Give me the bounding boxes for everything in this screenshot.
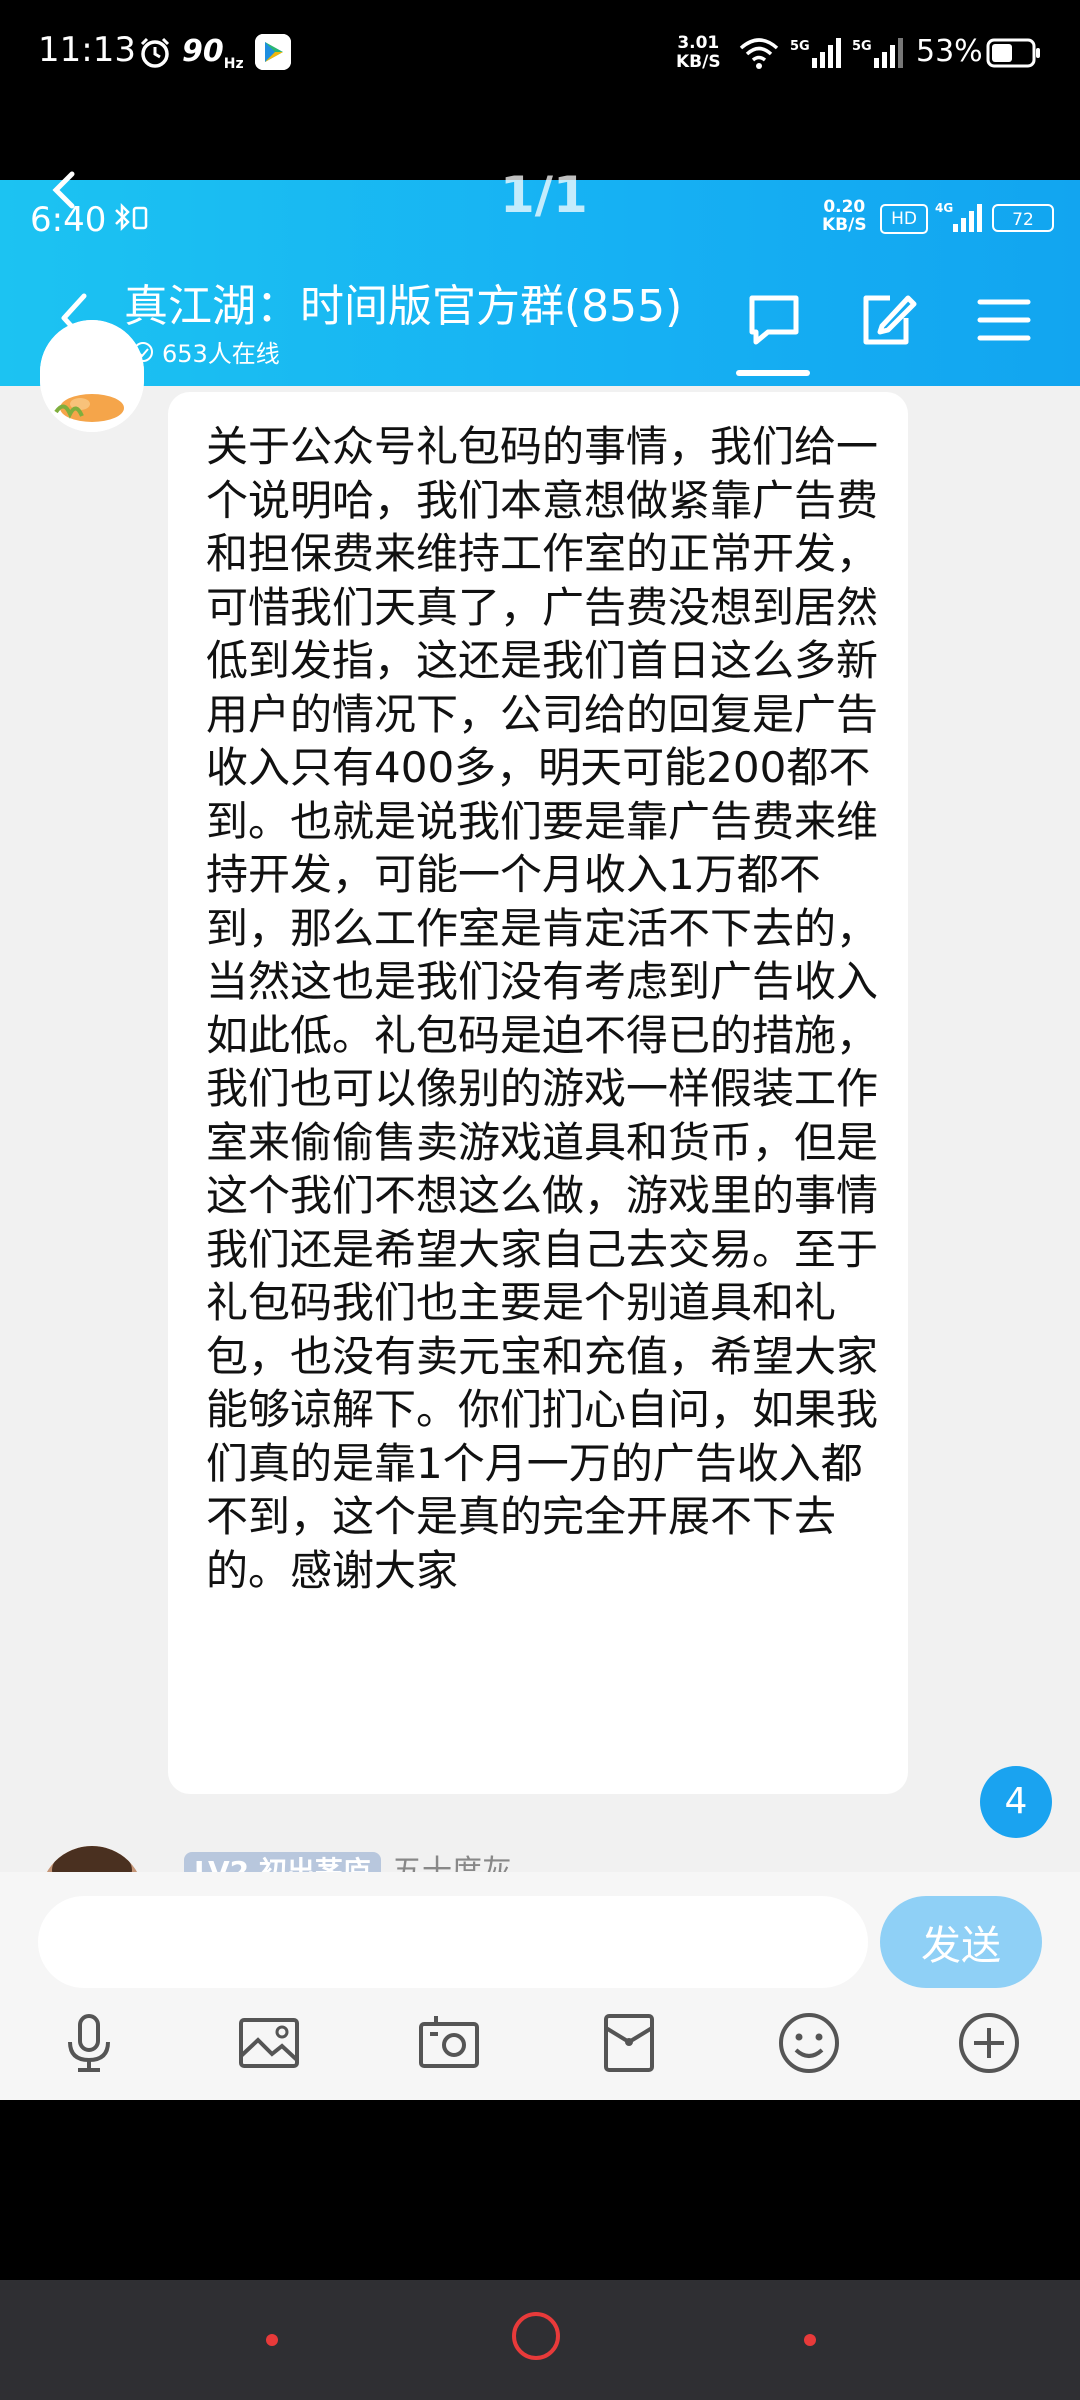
inner-network-speed: 0.20 KB/S [822, 197, 867, 235]
inner-battery-icon: 72 [992, 204, 1054, 232]
app-notification-icon [255, 34, 291, 70]
svg-text:4G: 4G [935, 201, 953, 215]
plus-icon[interactable] [956, 2010, 1022, 2076]
cellular-signal-icon: 5G [790, 38, 841, 68]
microphone-icon[interactable] [56, 2010, 122, 2076]
cellular-signal-icon-2: 5G [852, 38, 903, 68]
page-indicator: 1/1 [500, 166, 588, 224]
nav-back-button[interactable] [266, 2334, 278, 2346]
svg-text:5G: 5G [790, 39, 810, 54]
system-status-bar [0, 0, 1080, 180]
screen-gap [0, 2100, 1080, 2280]
nav-recents-button[interactable] [804, 2334, 816, 2346]
avatar-image-icon [40, 320, 144, 432]
hd-badge: HD [880, 204, 928, 234]
viewer-back-icon[interactable] [44, 170, 84, 210]
wifi-icon [739, 38, 779, 69]
svg-text:5G: 5G [852, 39, 872, 54]
inner-signal-icon: 4G [935, 201, 982, 232]
send-button[interactable]: 发送 [880, 1896, 1042, 1988]
menu-icon[interactable] [976, 292, 1032, 348]
battery-icon [986, 38, 1040, 68]
chat-title: 真江湖：时间版官方群(855) [124, 281, 683, 332]
edit-note-icon[interactable] [858, 290, 918, 350]
message-input[interactable] [38, 1896, 868, 1988]
status-time: 11:13 [38, 30, 136, 70]
alarm-icon [140, 37, 170, 68]
red-packet-icon[interactable] [596, 2010, 662, 2076]
battery-percent: 53% [916, 34, 983, 69]
network-speed: 3.01 KB/S [676, 33, 721, 72]
chat-bubble-icon[interactable] [744, 290, 804, 350]
tab-active-indicator [736, 370, 810, 376]
bluetooth-vibrate-icon [115, 202, 148, 232]
refresh-rate-label: 90Hz [182, 34, 244, 72]
online-status: 653人在线 [132, 334, 280, 369]
camera-icon[interactable] [416, 2010, 482, 2076]
unread-count-badge[interactable]: 4 [980, 1766, 1052, 1838]
image-icon[interactable] [236, 2010, 302, 2076]
message-text: 关于公众号礼包码的事情，我们给一个说明哈，我们本意想做紧靠广告费和担保费来维持工… [206, 422, 879, 1595]
emoji-icon[interactable] [776, 2010, 842, 2076]
avatar[interactable] [40, 320, 144, 432]
online-count: 653人在线 [162, 340, 280, 368]
nav-home-button[interactable] [512, 2312, 560, 2360]
